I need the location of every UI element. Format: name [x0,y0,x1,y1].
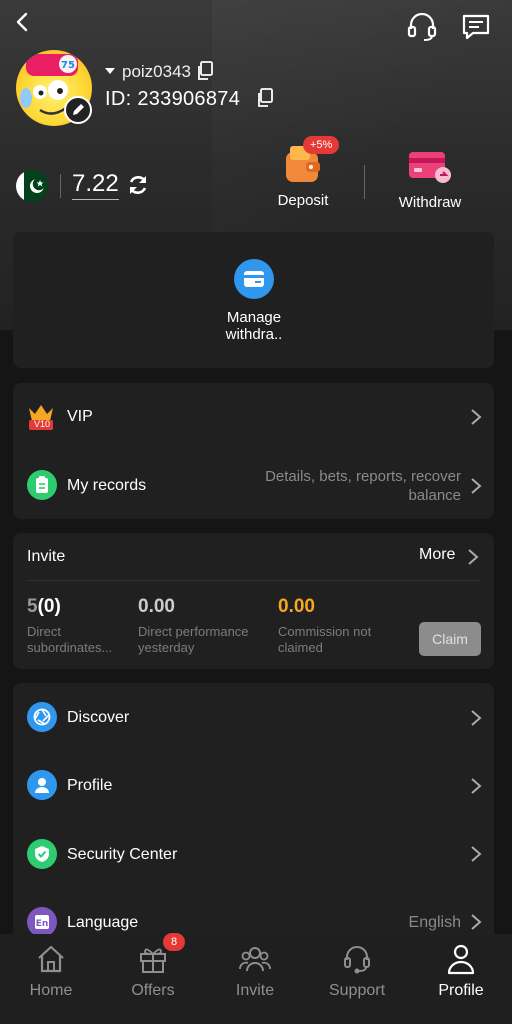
discover-aperture-icon [27,702,57,732]
direct-count-total: 5 [27,596,38,617]
profile-user-icon [27,770,57,800]
my-records-label: My records [67,477,147,494]
nav-offers[interactable]: Offers [102,942,204,1000]
withdraw-label: Withdraw [398,194,462,211]
headset-icon [407,12,437,41]
nav-home-label: Home [29,982,73,999]
language-icon: En [27,907,57,937]
withdraw-card-icon [409,152,451,183]
divider [60,174,61,198]
svg-text:75: 75 [61,60,75,71]
messages-button[interactable] [459,10,493,44]
user-id: ID: 233906874 [105,88,241,110]
chevron-right-icon [471,409,482,425]
direct-count-new: (0) [37,596,61,617]
caret-down-icon [105,68,115,74]
direct-performance-label: Direct performance yesterday [138,624,249,655]
nav-support-label: Support [328,982,386,999]
pakistan-flag-icon[interactable] [16,170,48,202]
copy-icon [258,88,273,107]
deposit-bonus-badge: +5% [303,136,340,154]
refresh-balance-button[interactable] [126,173,150,197]
copy-username-button[interactable] [196,61,214,86]
profile-person-icon [447,944,475,975]
nav-support[interactable]: Support [306,942,408,1000]
my-records-hint: Details, bets, reports, recover balance [265,468,461,504]
card-icon [244,271,264,287]
username: poiz0343 [122,62,192,81]
refresh-icon [129,176,147,194]
withdraw-button[interactable]: Withdraw [392,148,468,211]
chevron-right-icon [471,846,482,862]
copy-icon [198,61,213,80]
nav-invite[interactable]: Invite [204,942,306,1000]
message-icon [462,14,490,40]
nav-invite-label: Invite [235,982,275,999]
wallet-balance: 7.22 [72,170,119,200]
divider [364,165,365,199]
profile-label: Profile [67,777,113,794]
claim-button[interactable]: Claim [419,622,481,656]
direct-subordinates-label: Direct subordinates... [27,624,113,655]
commission-value: 0.00 [278,596,315,617]
chevron-right-icon [471,478,482,494]
invite-divider [27,580,480,581]
nav-offers-label: Offers [131,982,175,999]
offers-count-badge: 8 [163,933,185,951]
invite-more-label: More [419,546,456,563]
svg-text:En: En [36,919,49,929]
invite-people-icon [239,947,271,972]
manage-withdraw-label[interactable]: Manage withdra.. [204,309,304,343]
direct-subordinates-value: 5(0) [27,596,61,618]
vip-label: VIP [67,408,93,425]
deposit-label: Deposit [277,192,329,209]
invite-more-button[interactable]: More [419,546,455,568]
manage-withdraw-card [13,232,494,368]
discover-label: Discover [67,709,130,726]
nav-home[interactable]: Home [0,942,102,1000]
nav-profile[interactable]: Profile [410,942,512,1000]
support-headset-icon [344,946,370,974]
support-button[interactable] [405,10,439,44]
back-button[interactable] [8,8,36,36]
chevron-right-icon [471,778,482,794]
shield-icon [27,839,57,869]
vip-level-badge: V10 [33,419,50,429]
invite-title: Invite [27,548,66,565]
security-center-label: Security Center [67,846,178,863]
chevron-left-icon [16,12,28,32]
chevron-right-icon [468,549,479,565]
home-icon [38,945,64,973]
chevron-right-icon [471,914,482,930]
edit-pencil-icon [73,104,84,115]
manage-withdraw-button[interactable] [234,259,274,299]
language-label: Language [67,914,139,931]
copy-id-button[interactable] [256,88,274,113]
language-value: English [408,914,461,931]
direct-performance-value: 0.00 [138,596,175,617]
edit-avatar-button[interactable] [64,96,92,124]
records-icon [27,470,57,500]
chevron-right-icon [471,710,482,726]
commission-label: Commission not claimed [278,624,372,655]
nav-profile-label: Profile [438,982,484,999]
